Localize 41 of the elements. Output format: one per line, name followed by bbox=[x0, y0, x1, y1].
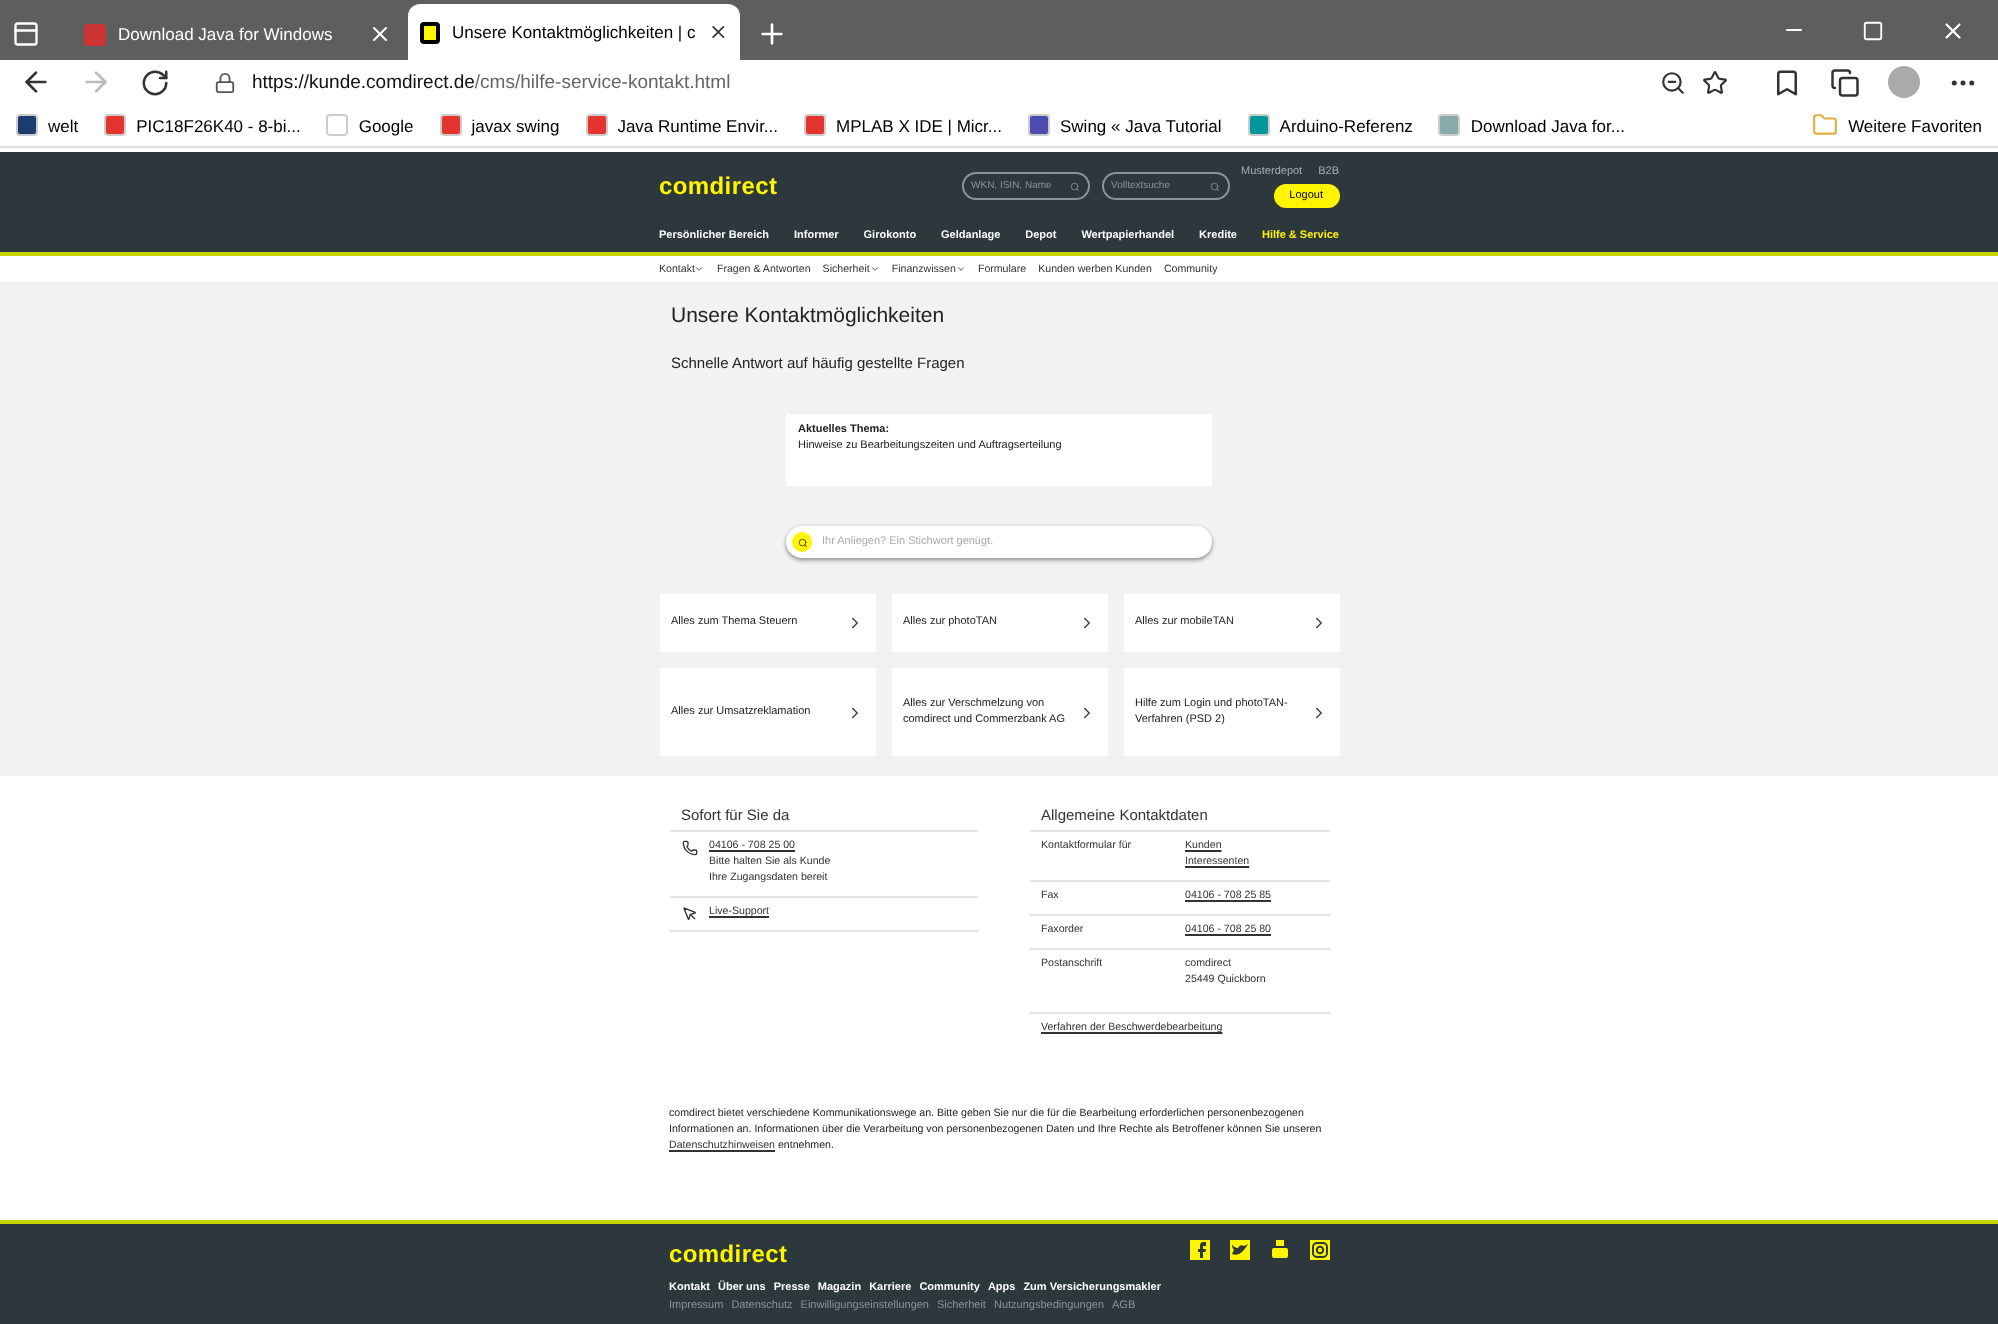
phone-icon bbox=[681, 840, 697, 856]
chevron-down-icon bbox=[955, 264, 966, 274]
zoom-out-icon[interactable] bbox=[1660, 69, 1686, 95]
browser-tab[interactable]: Unsere Kontaktmöglichkeiten | c bbox=[408, 4, 740, 60]
search-icon[interactable] bbox=[1209, 181, 1220, 191]
other-favorites-folder[interactable]: Weitere Favoriten bbox=[1812, 112, 1982, 138]
back-icon[interactable] bbox=[20, 66, 52, 98]
chevron-down-icon bbox=[694, 264, 705, 274]
comdirect-logo[interactable]: comdirect bbox=[669, 1240, 1169, 1268]
close-icon[interactable] bbox=[707, 20, 728, 44]
bookmark-item[interactable]: Java Runtime Envir... bbox=[585, 114, 779, 136]
chevron-down-icon bbox=[869, 264, 880, 274]
bookmark-item[interactable]: Google bbox=[326, 114, 414, 136]
pointer-icon bbox=[681, 905, 697, 922]
tab-actions-icon[interactable] bbox=[12, 20, 40, 48]
search-icon[interactable] bbox=[1069, 181, 1080, 191]
page-title: Unsere Kontaktmöglichkeiten bbox=[671, 304, 947, 328]
lock-icon[interactable] bbox=[214, 71, 236, 93]
browser-tab[interactable]: Download Java for Windows bbox=[72, 8, 404, 60]
favicon-icon bbox=[84, 23, 106, 45]
comdirect-logo[interactable]: comdirect bbox=[659, 172, 950, 200]
camera-icon[interactable] bbox=[1309, 1240, 1329, 1260]
bookmark-item[interactable]: MPLAB X IDE | Micr... bbox=[804, 114, 1002, 136]
new-tab-icon[interactable] bbox=[756, 18, 788, 50]
bookmark-item[interactable]: Arduino-Referenz bbox=[1247, 114, 1413, 136]
maximize-icon[interactable] bbox=[1862, 19, 1884, 41]
bird-icon[interactable] bbox=[1229, 1240, 1249, 1260]
bookmark-item[interactable]: javax swing bbox=[439, 114, 560, 136]
close-icon[interactable] bbox=[1940, 17, 1966, 43]
bookmark-item[interactable]: PIC18F26K40 - 8-bi... bbox=[104, 114, 301, 136]
search-icon[interactable] bbox=[792, 532, 812, 552]
bookmark-item[interactable]: Download Java for... bbox=[1438, 114, 1625, 136]
favorite-star-icon[interactable] bbox=[1702, 69, 1728, 95]
bookmark-item[interactable]: welt bbox=[16, 114, 79, 136]
close-icon[interactable] bbox=[368, 22, 392, 46]
bookmark-item[interactable]: Swing « Java Tutorial bbox=[1028, 114, 1222, 136]
favorites-icon[interactable] bbox=[1772, 67, 1802, 97]
reload-icon[interactable] bbox=[140, 67, 170, 97]
facebook-icon[interactable] bbox=[1189, 1240, 1209, 1260]
collections-icon[interactable] bbox=[1830, 67, 1860, 97]
favicon-icon bbox=[420, 21, 440, 43]
